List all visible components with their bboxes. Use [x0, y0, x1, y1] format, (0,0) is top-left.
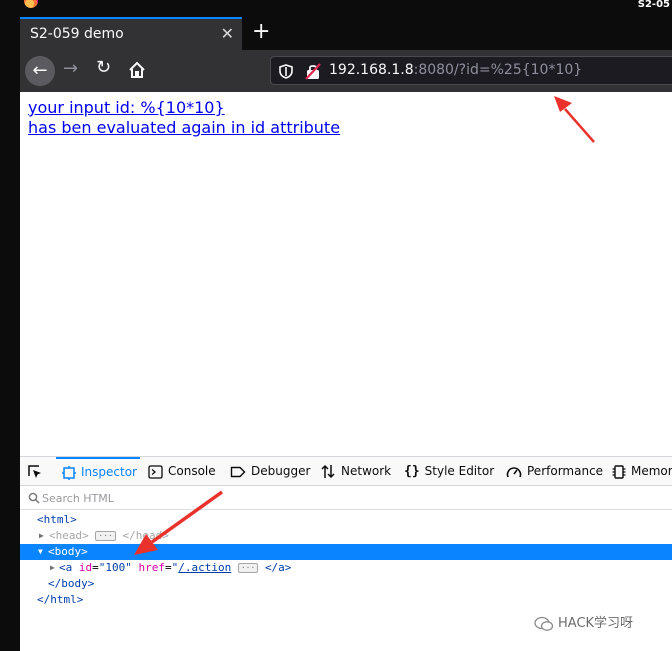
collapse-arrow-icon[interactable]: ▼ — [38, 544, 43, 560]
shield-icon[interactable] — [279, 64, 293, 79]
tab-console-label: Console — [168, 464, 216, 478]
new-tab-button[interactable]: + — [252, 19, 270, 44]
search-icon — [28, 492, 40, 504]
expand-arrow-icon[interactable]: ▶ — [50, 560, 55, 576]
expand-arrow-icon[interactable]: ▶ — [39, 528, 44, 544]
node-body-open: <body> — [48, 545, 88, 558]
url-bar[interactable]: 192.168.1.8:8080/?id=%25{10*10} — [270, 56, 672, 85]
attr-href-name: href — [138, 561, 166, 574]
node-a-close: </a> — [264, 561, 292, 574]
tab-network-label: Network — [341, 464, 392, 478]
debugger-icon — [230, 466, 246, 477]
watermark-text: HACK学习呀 — [558, 616, 634, 631]
tab-debugger[interactable]: Debugger — [230, 457, 310, 486]
window-titlebar: S2-05 — [0, 0, 672, 17]
tab-performance-label: Performance — [527, 464, 604, 478]
home-button[interactable] — [128, 61, 146, 83]
tab-memory-label: Memor — [631, 464, 672, 478]
insecure-lock-icon[interactable] — [305, 63, 321, 80]
tab-strip: S2-059 demo ✕ + — [0, 17, 672, 50]
back-button[interactable]: ← — [25, 56, 55, 86]
url-host: 192.168.1.8 — [329, 62, 414, 78]
memory-icon — [612, 464, 626, 479]
watermark: HACK学习呀 — [534, 612, 633, 632]
window-edge — [0, 92, 20, 651]
attr-id-value: "100" — [98, 561, 132, 574]
tab-debugger-label: Debugger — [251, 464, 311, 478]
reload-button[interactable]: ↻ — [96, 57, 111, 78]
page-link-input-id[interactable]: your input id: %{10*10} — [28, 98, 225, 117]
window-edge — [0, 50, 20, 92]
forward-button[interactable]: → — [63, 58, 78, 79]
collapsed-children-badge[interactable]: ··· — [237, 563, 259, 573]
node-body-close[interactable]: </body> — [20, 576, 672, 592]
tab-memory[interactable]: Memor — [612, 457, 672, 486]
inspector-icon — [62, 465, 76, 480]
nav-toolbar: ← → ↻ 192.168.1.8:8080/?id=%25{10*10} — [0, 50, 672, 92]
page-link-evaluated[interactable]: has ben evaluated again in id attribute — [28, 118, 340, 137]
tab-style-editor-label: Style Editor — [424, 464, 495, 478]
tab-title: S2-059 demo — [30, 26, 124, 42]
search-html-input[interactable] — [42, 489, 342, 507]
url-text[interactable]: 192.168.1.8:8080/?id=%25{10*10} — [329, 62, 582, 78]
console-icon — [148, 464, 163, 479]
node-html-open: <html> — [37, 513, 77, 526]
node-a[interactable]: ▶ <a id="100" href="/.action ··· </a> — [20, 560, 672, 576]
tab-inspector-label: Inspector — [81, 465, 137, 479]
wechat-icon — [534, 616, 554, 631]
url-path: :8080/?id=%25{10*10} — [413, 62, 583, 78]
node-head[interactable]: ▶ <head> ··· </head> — [20, 528, 672, 544]
collapsed-children-badge[interactable]: ··· — [95, 531, 116, 541]
tab-console[interactable]: Console — [148, 457, 216, 486]
node-html[interactable]: <html> — [20, 512, 672, 528]
node-a-open: <a — [59, 561, 73, 574]
home-icon — [129, 61, 145, 78]
html-search-bar — [20, 486, 672, 510]
node-body-selected[interactable]: ▼ <body> — [20, 544, 672, 560]
node-body-close-tag: </body> — [48, 577, 95, 590]
firefox-logo-icon — [24, 0, 38, 8]
element-picker-icon[interactable] — [27, 464, 43, 480]
performance-icon — [506, 466, 522, 477]
tab-style-editor[interactable]: {} Style Editor — [404, 457, 494, 486]
window-title-fragment: S2-05 — [637, 0, 670, 10]
tab-s2-059-demo[interactable]: S2-059 demo ✕ — [20, 17, 242, 50]
tab-performance[interactable]: Performance — [506, 457, 603, 486]
tab-network[interactable]: Network — [320, 457, 391, 486]
style-editor-icon: {} — [404, 464, 420, 479]
attr-href-value[interactable]: /.action — [178, 561, 231, 574]
attr-id-name: id — [78, 561, 93, 574]
node-head-open: <head> — [49, 529, 89, 542]
node-html-close-tag: </html> — [37, 593, 84, 606]
node-head-close: </head> — [122, 529, 169, 542]
network-icon — [321, 464, 335, 479]
node-html-close[interactable]: </html> — [20, 592, 672, 608]
close-icon[interactable]: ✕ — [221, 24, 234, 43]
page-content: your input id: %{10*10} has ben evaluate… — [20, 92, 672, 456]
tab-inspector[interactable]: Inspector — [56, 457, 140, 486]
devtools-toolbar: Inspector Console Debugger Network {} Sty… — [20, 456, 672, 486]
